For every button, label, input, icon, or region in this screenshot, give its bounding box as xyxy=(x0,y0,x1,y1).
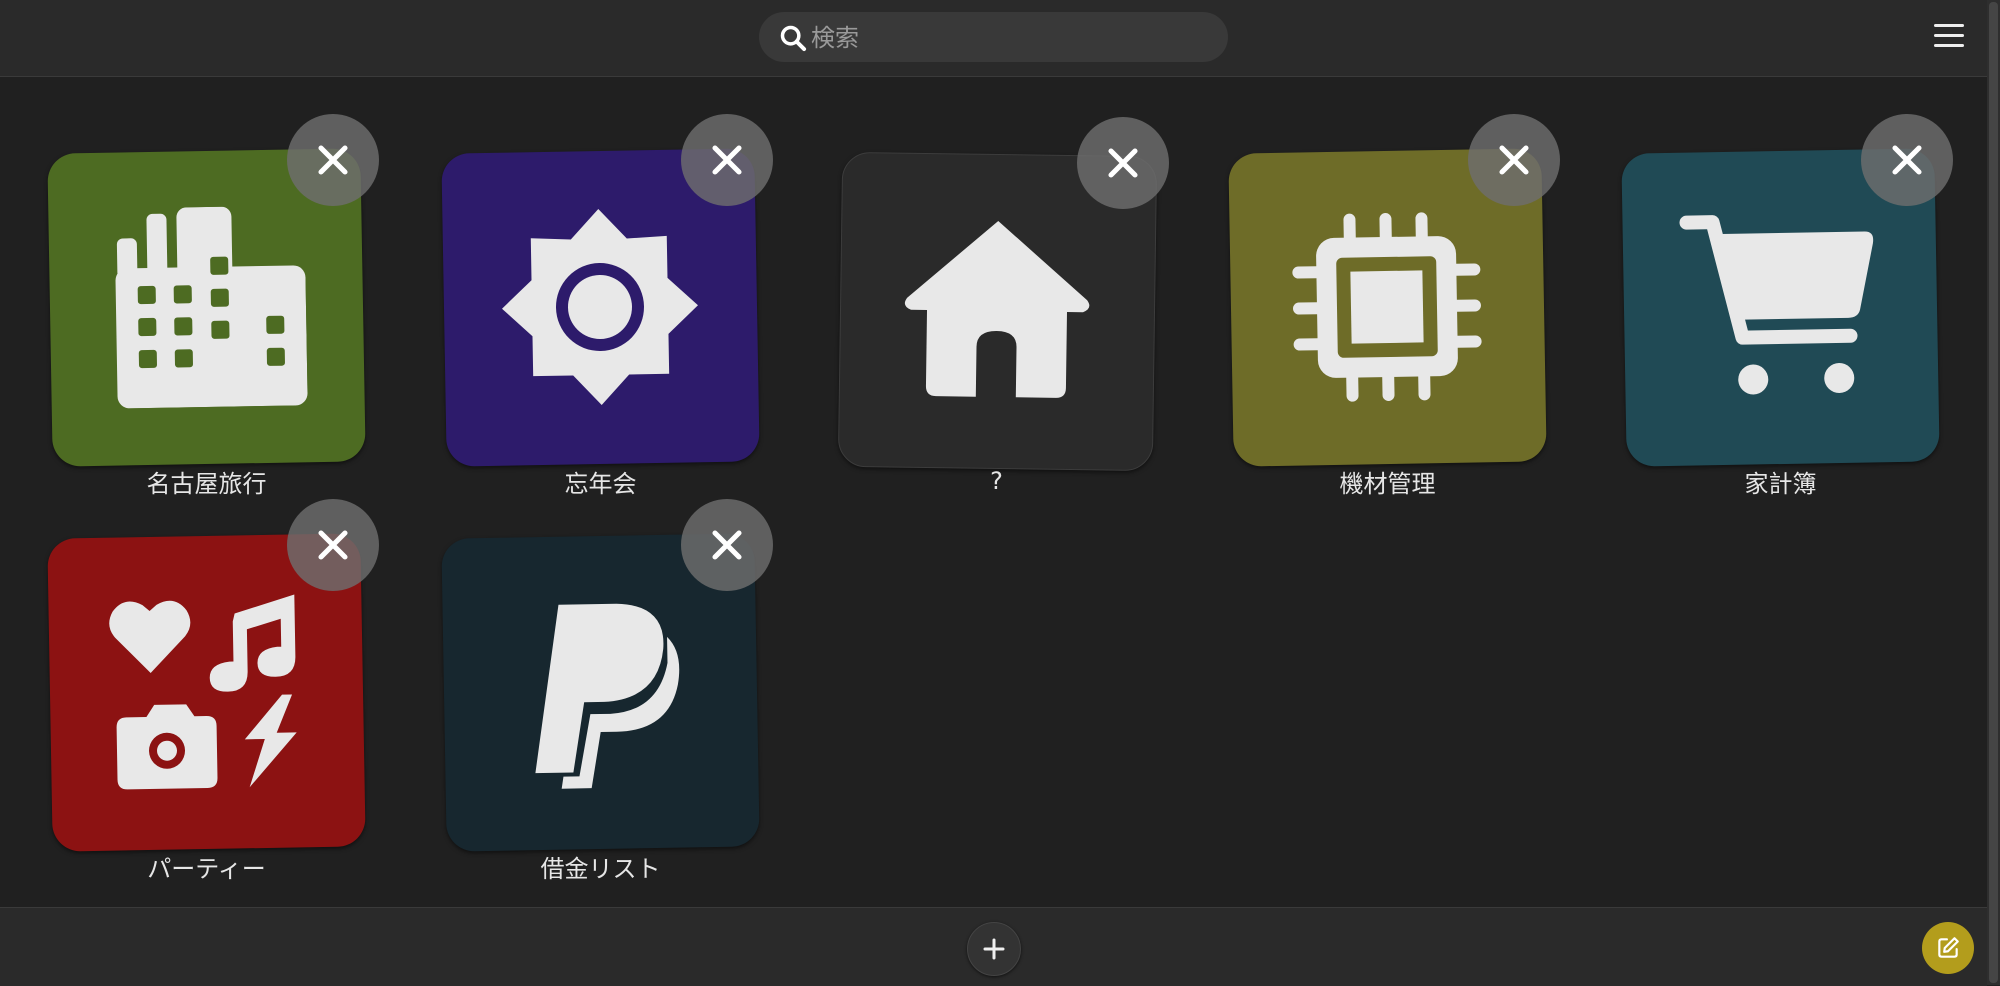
tile-label: 家計簿 xyxy=(1744,470,1817,498)
close-icon xyxy=(318,145,348,175)
tile-label: パーティー xyxy=(147,855,266,883)
delete-tile-button[interactable] xyxy=(287,114,379,206)
search-icon xyxy=(780,25,807,52)
tile-card-6[interactable]: パーティー xyxy=(40,481,379,883)
shopping-cart-icon xyxy=(1679,215,1874,395)
sun-icon xyxy=(502,209,698,405)
hamburger-menu-icon[interactable] xyxy=(1934,24,1964,52)
edit-button[interactable] xyxy=(1922,922,1974,974)
tile-card-2[interactable]: 忘年会 xyxy=(434,96,773,498)
tile-card-1[interactable]: 名古屋旅行 xyxy=(40,96,379,498)
scrollbar[interactable] xyxy=(1987,0,2000,985)
home-icon xyxy=(904,221,1090,398)
top-bar xyxy=(0,0,1987,77)
tile-card-4[interactable]: 機材管理 xyxy=(1221,96,1560,498)
tile-card-5[interactable]: 家計簿 xyxy=(1614,96,1953,498)
delete-tile-button[interactable] xyxy=(681,114,773,206)
close-icon xyxy=(1892,145,1922,175)
party-icons-icon xyxy=(109,594,297,790)
delete-tile-button[interactable] xyxy=(681,499,773,591)
scrollbar-thumb[interactable] xyxy=(1989,2,1998,983)
city-buildings-icon xyxy=(115,206,308,409)
close-icon xyxy=(1499,145,1529,175)
bottom-bar xyxy=(0,907,1987,986)
edit-icon xyxy=(1938,937,1959,958)
close-icon xyxy=(1108,148,1138,178)
add-button[interactable] xyxy=(967,922,1021,976)
tile-label: ? xyxy=(990,467,1003,495)
delete-tile-button[interactable] xyxy=(1468,114,1560,206)
close-icon xyxy=(712,530,742,560)
paypal-icon xyxy=(535,603,680,789)
plus-icon xyxy=(983,938,1005,960)
delete-tile-button[interactable] xyxy=(1077,117,1169,209)
close-icon xyxy=(712,145,742,175)
tile-label: 機材管理 xyxy=(1339,470,1436,498)
delete-tile-button[interactable] xyxy=(287,499,379,591)
tile-card-7[interactable]: 借金リスト xyxy=(434,481,773,883)
close-icon xyxy=(318,530,348,560)
cpu-chip-icon xyxy=(1292,212,1482,402)
search-input[interactable] xyxy=(809,12,1213,64)
tile-label: 借金リスト xyxy=(540,855,661,883)
tile-card-3[interactable]: ? xyxy=(830,99,1169,495)
delete-tile-button[interactable] xyxy=(1861,114,1953,206)
search-box[interactable] xyxy=(759,12,1228,64)
